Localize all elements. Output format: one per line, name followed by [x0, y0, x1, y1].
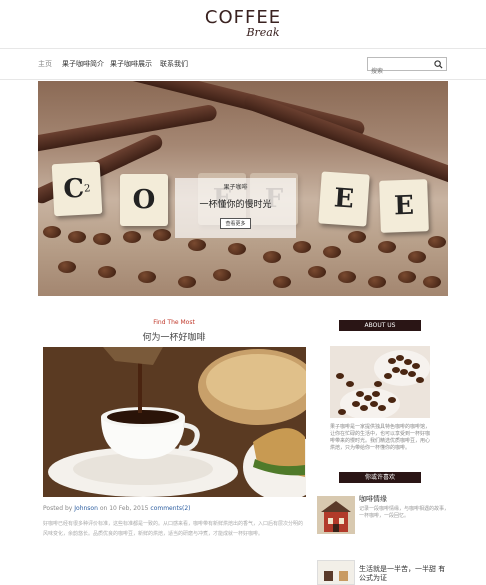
post-title[interactable]: 何为一杯好咖啡 — [40, 330, 308, 343]
coffee-bean — [323, 246, 341, 258]
post-kicker: Find The Most — [153, 319, 195, 326]
coffee-cup-illustration — [43, 347, 306, 497]
coffee-bean — [123, 231, 141, 243]
coffee-bean — [398, 271, 416, 283]
coffee-bean — [348, 231, 366, 243]
letter-tile: E — [379, 179, 429, 233]
coffee-bean — [293, 241, 311, 253]
coffee-bean — [93, 233, 111, 245]
coffee-bean — [43, 226, 61, 238]
hero-banner: C2 O F F E E 果子咖啡 一杯懂你的慢时光 查看更多 — [38, 81, 448, 296]
coffee-bean — [213, 269, 231, 281]
coffee-bean — [338, 271, 356, 283]
post-comments-link[interactable]: comments(2) — [150, 505, 190, 512]
about-image — [330, 346, 430, 418]
recommend-desc-1: 记录一段咖啡情缘，与咖啡相遇的故事，一杯咖啡，一段回忆。 — [359, 506, 450, 519]
coffee-bean — [378, 241, 396, 253]
cups-thumbnail — [318, 561, 354, 584]
coffee-bean — [263, 251, 281, 263]
coffee-bean — [408, 251, 426, 263]
recommend-title-2[interactable]: 生活就是一半苦，一半甜 有公式为证 — [359, 565, 449, 583]
coffee-bean — [178, 276, 196, 288]
house-thumbnail — [317, 496, 355, 534]
logo-main-text: COFFEE — [204, 7, 282, 28]
hero-more-button[interactable]: 查看更多 — [220, 218, 251, 229]
recommend-heading: 你或许喜欢 — [339, 472, 421, 483]
nav-item-home[interactable]: 主页 — [38, 59, 52, 69]
site-logo[interactable]: COFFEE Break — [0, 7, 486, 39]
coffee-bean — [68, 231, 86, 243]
recommend-thumb-1[interactable] — [317, 496, 355, 534]
post-image[interactable] — [43, 347, 306, 497]
coffee-bean — [153, 229, 171, 241]
letter-tile: O — [120, 174, 168, 226]
search-box — [367, 57, 447, 78]
nav-item-contact[interactable]: 联系我们 — [160, 59, 188, 69]
coffee-bean — [98, 266, 116, 278]
nav-item-intro[interactable]: 果子咖啡简介 — [62, 59, 104, 69]
coffee-beans-illustration — [330, 346, 430, 418]
letter-tile: E — [318, 171, 370, 227]
search-icon[interactable] — [434, 60, 443, 69]
nav-item-showcase[interactable]: 果子咖啡展示 — [110, 59, 152, 69]
search-input[interactable] — [368, 65, 432, 78]
coffee-bean — [273, 276, 291, 288]
hero-caption-title: 一杯懂你的慢时光 — [199, 200, 272, 210]
coffee-bean — [308, 266, 326, 278]
coffee-bean — [423, 276, 441, 288]
coffee-bean — [58, 261, 76, 273]
recommend-title-1[interactable]: 咖啡情缘 — [359, 494, 387, 504]
coffee-bean — [138, 271, 156, 283]
recommend-thumb-2[interactable] — [317, 560, 355, 585]
about-text: 果子咖啡是一家提供独具特色咖啡的咖啡馆，让你在忙碌的生活中，也可以享受到一杯好咖… — [330, 424, 431, 451]
letter-tile: C2 — [51, 161, 103, 217]
coffee-bean — [228, 243, 246, 255]
hero-caption-kicker: 果子咖啡 — [223, 184, 248, 191]
post-author-link[interactable]: Johnson — [74, 505, 98, 512]
posted-by-label: Posted by — [43, 505, 73, 512]
hero-caption: 果子咖啡 一杯懂你的慢时光 查看更多 — [175, 178, 296, 238]
post-meta: Posted by Johnson on 10 Feb, 2015 commen… — [43, 505, 191, 512]
cinnamon-stick — [242, 92, 448, 186]
post-date: on 10 Feb, 2015 — [99, 505, 149, 512]
post-excerpt: 好咖啡已经有很多种评价标准，这些标准都是一致的。从口感来看，咖啡带有新鲜烘焙出的… — [43, 521, 304, 537]
coffee-bean — [188, 239, 206, 251]
coffee-bean — [428, 236, 446, 248]
logo-sub-text: Break — [246, 26, 280, 39]
about-heading: ABOUT US — [339, 320, 421, 331]
coffee-bean — [368, 276, 386, 288]
